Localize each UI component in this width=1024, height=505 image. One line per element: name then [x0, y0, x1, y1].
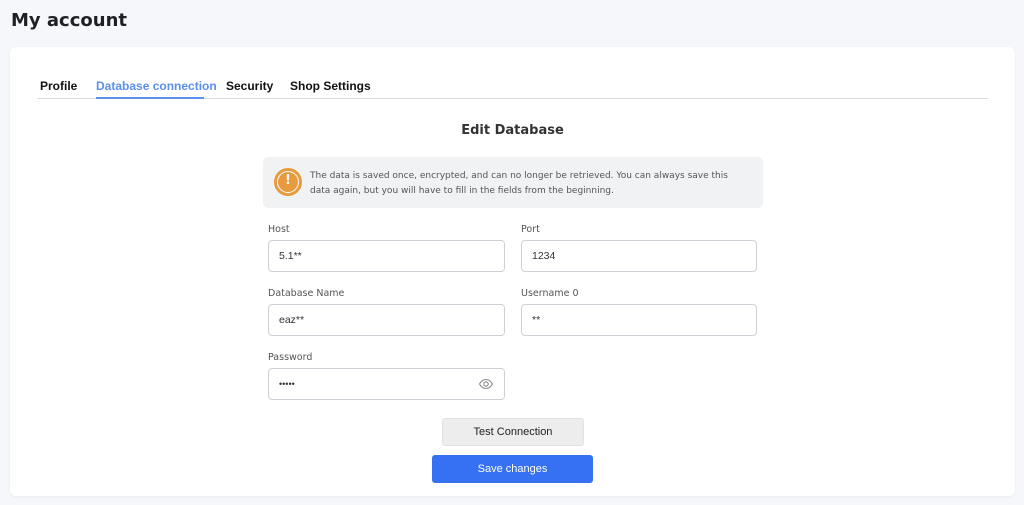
password-input[interactable]: •••••: [268, 368, 505, 400]
test-connection-button[interactable]: Test Connection: [442, 418, 584, 446]
host-label: Host: [268, 224, 290, 235]
database-name-label: Database Name: [268, 288, 345, 299]
save-changes-button[interactable]: Save changes: [432, 455, 593, 483]
host-input[interactable]: 5.1**: [268, 240, 505, 272]
warning-icon: !: [274, 168, 302, 196]
host-value: 5.1**: [279, 250, 302, 262]
port-value: 1234: [532, 250, 556, 262]
tab-profile[interactable]: Profile: [40, 79, 77, 93]
info-notice: ! The data is saved once, encrypted, and…: [263, 157, 763, 208]
tab-security[interactable]: Security: [226, 79, 273, 93]
username-value: **: [532, 314, 541, 326]
port-input[interactable]: 1234: [521, 240, 757, 272]
username-input[interactable]: **: [521, 304, 757, 336]
port-label: Port: [521, 224, 540, 235]
page-title: My account: [11, 10, 127, 31]
active-tab-indicator: [96, 97, 204, 99]
tab-bar: Profile Database connection Security Sho…: [37, 71, 988, 99]
username-label: Username 0: [521, 288, 579, 299]
account-card: Profile Database connection Security Sho…: [10, 47, 1015, 496]
tab-shop-settings[interactable]: Shop Settings: [290, 79, 371, 93]
database-name-input[interactable]: eaz**: [268, 304, 505, 336]
password-value: •••••: [279, 379, 295, 389]
password-label: Password: [268, 352, 313, 363]
notice-text: The data is saved once, encrypted, and c…: [310, 171, 728, 196]
eye-icon[interactable]: [478, 376, 494, 392]
tab-database-connection[interactable]: Database connection: [96, 79, 217, 93]
section-title: Edit Database: [461, 123, 564, 138]
database-name-value: eaz**: [279, 314, 305, 326]
